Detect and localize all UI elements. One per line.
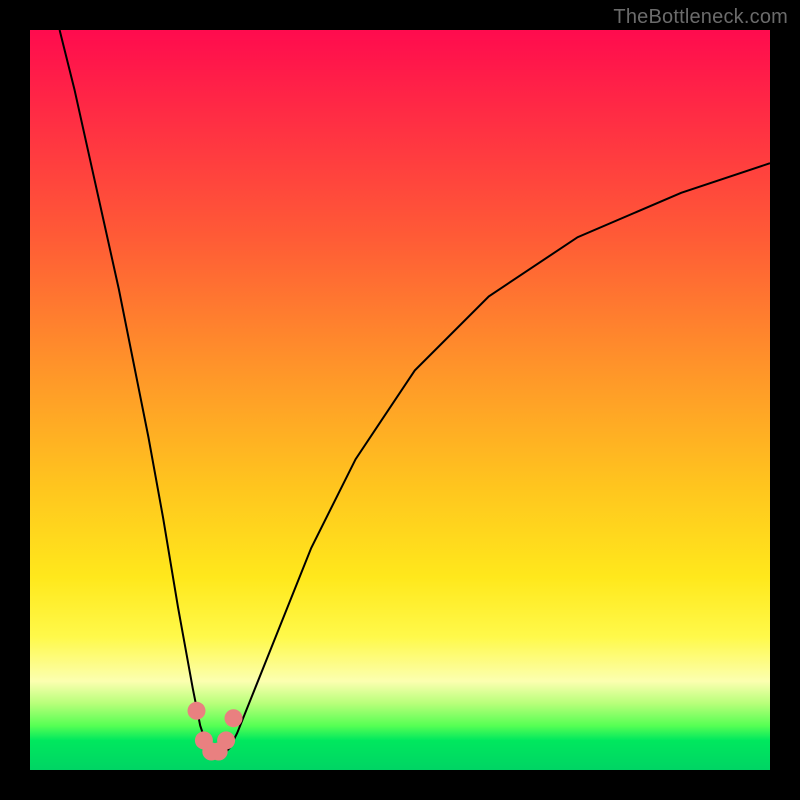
bottleneck-curve — [60, 30, 770, 755]
watermark-text: TheBottleneck.com — [613, 6, 788, 29]
plot-area — [30, 30, 770, 770]
highlight-dot — [217, 731, 235, 749]
highlight-dot — [188, 702, 206, 720]
highlight-dots — [188, 702, 243, 761]
highlight-dot — [225, 709, 243, 727]
curve-layer — [30, 30, 770, 770]
